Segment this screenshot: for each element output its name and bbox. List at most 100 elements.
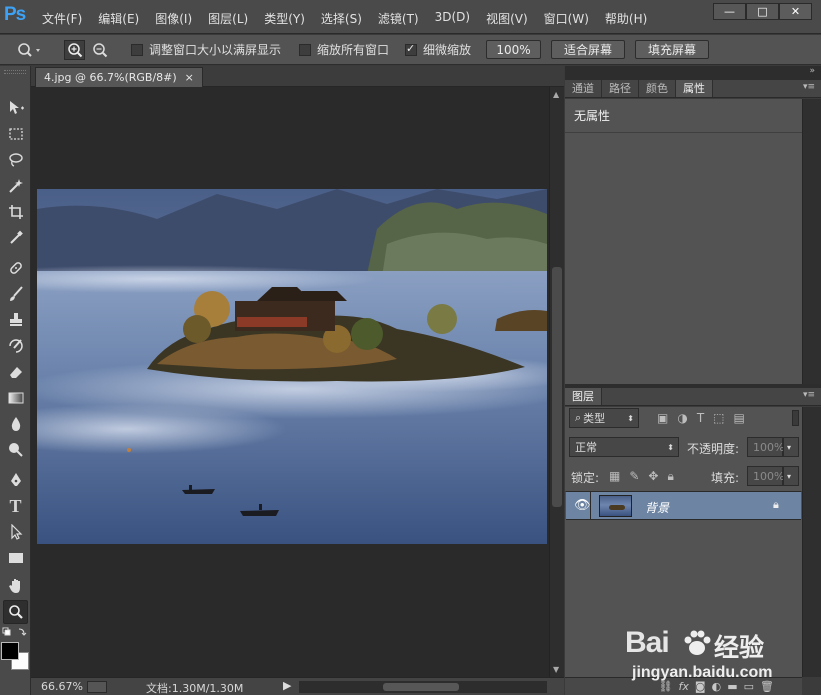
zoom-in-icon[interactable] (64, 40, 85, 60)
fill-input[interactable]: 100% (747, 466, 784, 486)
status-preview-icon[interactable] (87, 681, 107, 693)
toolbar-grip[interactable] (4, 70, 26, 74)
scroll-up-icon[interactable]: ▲ (553, 90, 559, 99)
eyedropper-icon[interactable] (3, 226, 28, 250)
image-canvas[interactable] (37, 189, 547, 544)
gradient-tool-icon[interactable] (3, 386, 28, 410)
blend-mode-dropdown[interactable]: 正常 ⬍ (569, 437, 679, 457)
visibility-eye-icon[interactable]: 👁︎ (574, 498, 591, 513)
properties-panel-menu-icon[interactable]: ▾≡ (803, 82, 815, 92)
crop-tool-icon[interactable] (3, 200, 28, 224)
brush-tool-icon[interactable] (3, 282, 28, 306)
fit-screen-button[interactable]: 适合屏幕 (551, 40, 625, 59)
menu-window[interactable]: 窗口(W) (537, 10, 598, 27)
marquee-tool-icon[interactable] (3, 122, 28, 146)
opacity-input[interactable]: 100% (747, 437, 784, 457)
history-brush-icon[interactable] (3, 334, 28, 358)
tab-paths[interactable]: 路径 (602, 80, 639, 97)
scrubby-zoom-option[interactable]: 细微缩放 (405, 41, 471, 58)
tab-properties[interactable]: 属性 (676, 80, 713, 97)
layers-panel-menu-icon[interactable]: ▾≡ (803, 390, 815, 400)
fill-arrow-icon[interactable]: ▾ (783, 466, 799, 486)
actual-pixels-button[interactable]: 100% (486, 40, 541, 59)
menu-type[interactable]: 类型(Y) (257, 10, 314, 27)
tab-color[interactable]: 颜色 (639, 80, 676, 97)
blur-tool-icon[interactable] (3, 412, 28, 436)
resize-windows-option[interactable]: 调整窗口大小以满屏显示 (131, 41, 281, 58)
healing-brush-icon[interactable] (3, 256, 28, 280)
scroll-down-icon[interactable]: ▼ (553, 665, 559, 674)
type-tool-icon[interactable]: T (3, 494, 28, 518)
thumbnail-island (609, 505, 625, 510)
menu-bar: Ps 文件(F) 编辑(E) 图像(I) 图层(L) 类型(Y) 选择(S) 滤… (0, 0, 821, 34)
scrubby-zoom-checkbox[interactable] (405, 42, 417, 56)
layer-thumbnail (599, 495, 632, 517)
horizontal-scrollbar[interactable] (299, 681, 547, 693)
window-controls: — □ ✕ (713, 3, 812, 20)
layer-name[interactable]: 背景 (645, 499, 669, 516)
right-panel-dock: » 通道 路径 颜色 属性 ▾≡ 无属性 图层 ▾≡ ⌕ 类型 ⬍ ▣ ◑ T … (565, 66, 821, 695)
layer-row-background[interactable]: 👁︎ 背景 🔒︎ (566, 491, 801, 520)
opacity-arrow-icon[interactable]: ▾ (783, 437, 799, 457)
panel-collapse-bar[interactable]: » (565, 66, 821, 80)
magic-wand-icon[interactable] (3, 174, 28, 198)
menu-file[interactable]: 文件(F) (35, 10, 91, 27)
menu-filter[interactable]: 滤镜(T) (371, 10, 428, 27)
zoom-out-icon[interactable] (89, 40, 110, 60)
filter-toggle-switch[interactable] (792, 410, 799, 426)
swap-colors-icon[interactable] (2, 626, 28, 640)
menu-view[interactable]: 视图(V) (479, 10, 537, 27)
properties-scrollbar[interactable] (802, 99, 821, 384)
tab-layers[interactable]: 图层 (565, 388, 602, 405)
pixel-filter-icon[interactable]: ▣ (657, 411, 668, 425)
path-selection-icon[interactable] (3, 520, 28, 544)
tab-channels[interactable]: 通道 (565, 80, 602, 97)
clone-stamp-icon[interactable] (3, 308, 28, 332)
options-bar: 调整窗口大小以满屏显示 缩放所有窗口 细微缩放 100% 适合屏幕 填充屏幕 (0, 35, 821, 65)
resize-windows-checkbox[interactable] (131, 43, 143, 56)
maximize-button[interactable]: □ (746, 3, 779, 20)
collapse-panels-icon[interactable]: » (809, 66, 815, 76)
close-button[interactable]: ✕ (779, 3, 812, 20)
foreground-color-swatch[interactable] (1, 642, 19, 660)
document-tab[interactable]: 4.jpg @ 66.7%(RGB/8#) × (35, 67, 203, 87)
lock-position-icon[interactable]: ✥ (648, 469, 658, 484)
shape-filter-icon[interactable]: ⬚ (713, 411, 724, 425)
menu-image[interactable]: 图像(I) (148, 10, 201, 27)
zoom-all-option[interactable]: 缩放所有窗口 (299, 41, 389, 58)
zoom-all-checkbox[interactable] (299, 43, 311, 56)
zoom-tool-preset-icon[interactable] (16, 40, 44, 60)
menu-3d[interactable]: 3D(D) (428, 10, 479, 27)
vertical-scroll-thumb[interactable] (552, 267, 562, 507)
zoom-all-label: 缩放所有窗口 (317, 43, 390, 57)
vertical-scrollbar[interactable]: ▲ ▼ (549, 87, 564, 677)
adjustment-filter-icon[interactable]: ◑ (677, 411, 687, 425)
zoom-tool-icon[interactable] (3, 600, 28, 624)
status-menu-arrow-icon[interactable]: ▶ (283, 679, 291, 692)
layer-filter-icons: ▣ ◑ T ⬚ ▤ (657, 411, 745, 425)
menu-select[interactable]: 选择(S) (314, 10, 371, 27)
eraser-icon[interactable] (3, 360, 28, 384)
move-tool-icon[interactable] (3, 96, 28, 120)
minimize-button[interactable]: — (713, 3, 746, 20)
dodge-tool-icon[interactable] (3, 438, 28, 462)
type-filter-icon[interactable]: T (697, 411, 704, 425)
fill-screen-button[interactable]: 填充屏幕 (635, 40, 709, 59)
layer-filter-dropdown[interactable]: ⌕ 类型 ⬍ (569, 408, 639, 428)
zoom-level[interactable]: 66.67% (41, 680, 83, 693)
menu-layer[interactable]: 图层(L) (201, 10, 257, 27)
pen-tool-icon[interactable] (3, 468, 28, 492)
lock-pixels-icon[interactable]: ✎ (629, 469, 639, 484)
hand-tool-icon[interactable] (3, 574, 28, 598)
rectangle-tool-icon[interactable] (3, 546, 28, 570)
smart-object-filter-icon[interactable]: ▤ (734, 411, 745, 425)
menu-edit[interactable]: 编辑(E) (91, 10, 148, 27)
horizontal-scroll-thumb[interactable] (383, 683, 459, 691)
lock-transparent-icon[interactable]: ▦ (609, 469, 620, 484)
dropdown-arrow-icon: ⬍ (627, 413, 634, 423)
document-tab-bar: 4.jpg @ 66.7%(RGB/8#) × (31, 66, 564, 87)
close-tab-icon[interactable]: × (185, 71, 194, 84)
lock-all-icon[interactable]: 🔒︎ (667, 469, 673, 484)
menu-help[interactable]: 帮助(H) (598, 10, 656, 27)
lasso-tool-icon[interactable] (3, 148, 28, 172)
